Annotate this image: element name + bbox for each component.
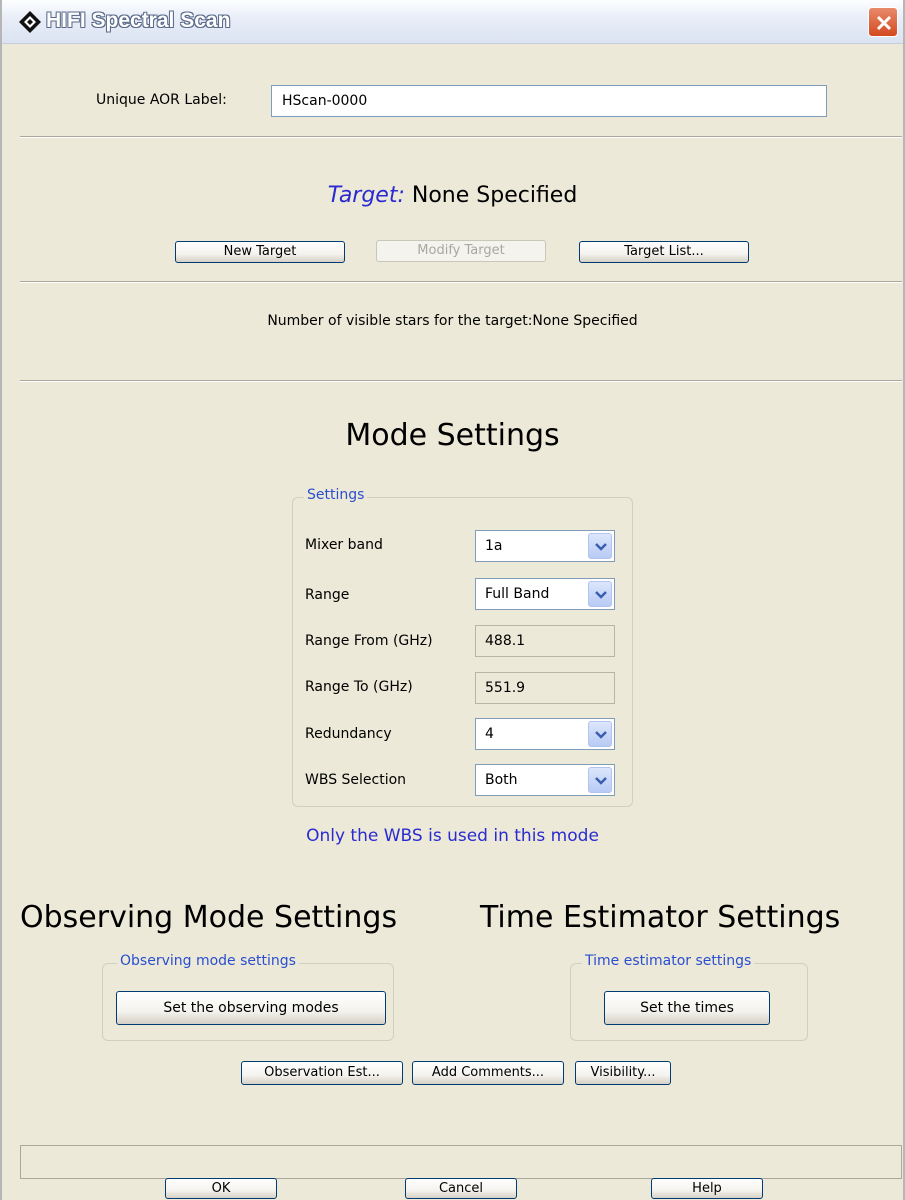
mixer-band-select[interactable]: 1a (475, 530, 615, 562)
wbs-selection-value: Both (485, 772, 518, 788)
observation-est-button[interactable]: Observation Est... (241, 1061, 403, 1085)
add-comments-button[interactable]: Add Comments... (412, 1061, 564, 1085)
help-button[interactable]: Help (651, 1178, 763, 1199)
wbs-selection-select[interactable]: Both (475, 764, 615, 796)
range-to-value: 551.9 (485, 680, 526, 696)
aor-label: Unique AOR Label: (96, 92, 227, 108)
time-estimator-group-label: Time estimator settings (582, 953, 755, 969)
range-to-label: Range To (GHz) (305, 679, 413, 695)
aor-label-input[interactable] (271, 85, 827, 117)
separator (20, 136, 902, 138)
separator (20, 380, 902, 382)
close-icon (876, 15, 892, 31)
title-bar[interactable]: HIFI Spectral Scan (2, 0, 903, 44)
observing-mode-settings-title: Observing Mode Settings (20, 900, 398, 935)
mode-settings-title: Mode Settings (345, 418, 560, 453)
redundancy-value: 4 (485, 726, 494, 742)
wbs-selection-label: WBS Selection (305, 772, 407, 788)
visible-stars-text: Number of visible stars for the target:N… (267, 313, 638, 329)
range-to-field: 551.9 (475, 672, 615, 704)
target-heading: Target: None Specified (2, 183, 903, 208)
mixer-band-value: 1a (485, 538, 503, 554)
mixer-band-label: Mixer band (305, 537, 383, 553)
wbs-info-text: Only the WBS is used in this mode (306, 826, 599, 846)
target-key: Target: (327, 183, 405, 208)
ok-button[interactable]: OK (165, 1178, 277, 1199)
cancel-button[interactable]: Cancel (405, 1178, 517, 1199)
redundancy-select[interactable]: 4 (475, 718, 615, 750)
target-list-button[interactable]: Target List... (579, 241, 749, 263)
range-value: Full Band (485, 586, 550, 602)
settings-group-label: Settings (304, 487, 368, 503)
range-from-field: 488.1 (475, 625, 615, 657)
observing-mode-group-label: Observing mode settings (117, 953, 299, 969)
range-label: Range (305, 587, 350, 603)
chevron-down-icon[interactable] (588, 721, 612, 747)
range-from-value: 488.1 (485, 633, 526, 649)
dialog-window: HIFI Spectral Scan Unique AOR Label: Tar… (0, 0, 905, 1200)
separator (20, 281, 902, 283)
set-observing-modes-button[interactable]: Set the observing modes (116, 991, 386, 1025)
range-from-label: Range From (GHz) (305, 633, 433, 649)
new-target-button[interactable]: New Target (175, 241, 345, 263)
close-button[interactable] (868, 7, 898, 37)
redundancy-label: Redundancy (305, 726, 392, 742)
chevron-down-icon[interactable] (588, 767, 612, 793)
time-estimator-settings-title: Time Estimator Settings (480, 900, 841, 935)
app-diamond-icon (18, 10, 42, 34)
target-value: None Specified (411, 183, 578, 208)
set-times-button[interactable]: Set the times (604, 991, 770, 1025)
status-bar (20, 1145, 902, 1179)
range-select[interactable]: Full Band (475, 578, 615, 610)
modify-target-button[interactable]: Modify Target (376, 240, 546, 262)
window-title: HIFI Spectral Scan (46, 9, 231, 32)
chevron-down-icon[interactable] (588, 533, 612, 559)
chevron-down-icon[interactable] (588, 581, 612, 607)
visibility-button[interactable]: Visibility... (575, 1061, 671, 1085)
